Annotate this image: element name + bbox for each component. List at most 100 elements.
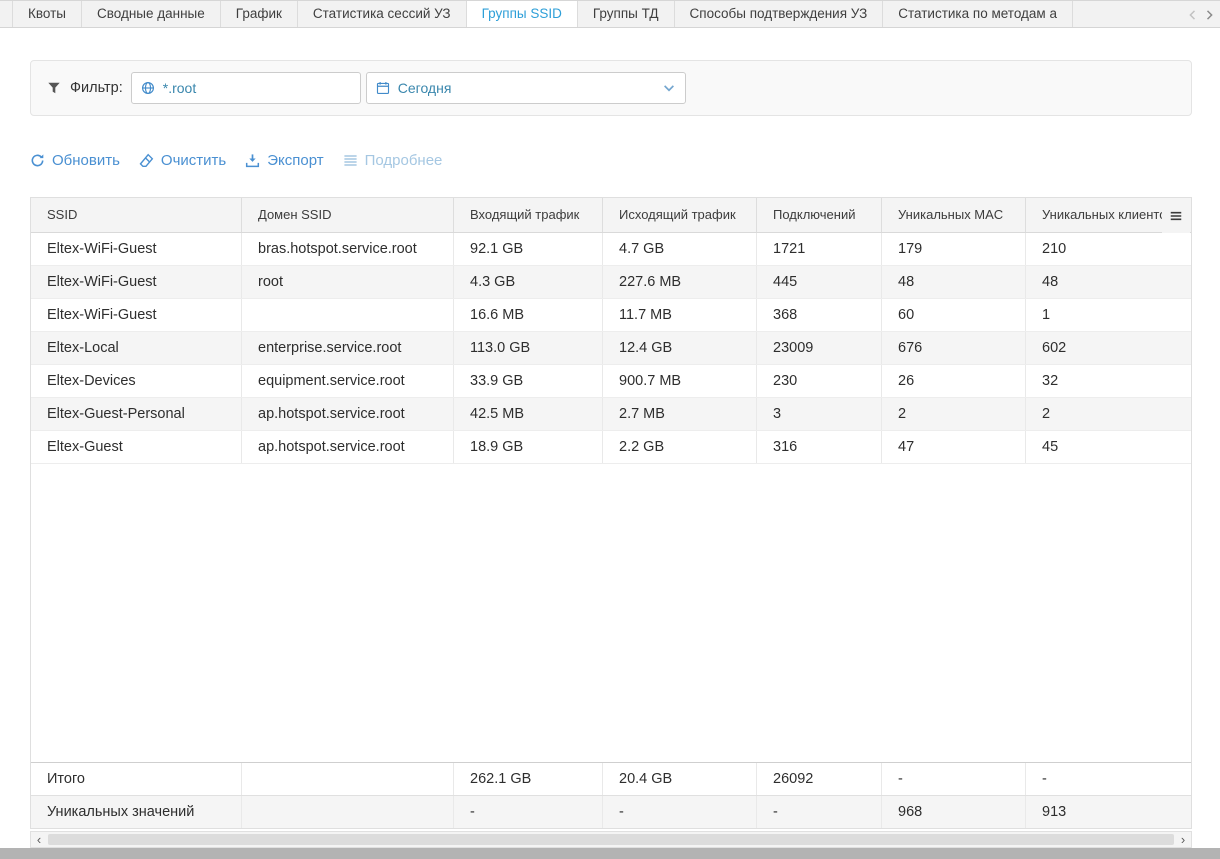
column-header[interactable]: Подключений [757,198,882,232]
ssid-filter-input[interactable]: *.root [131,72,361,104]
table-cell: Eltex-Local [31,332,242,364]
page: КвотыСводные данныеГрафикСтатистика сесс… [0,0,1220,859]
details-label: Подробнее [365,152,443,169]
table-row[interactable]: Eltex-Devicesequipment.service.root33.9 … [31,365,1191,398]
column-header[interactable]: Исходящий трафик [603,198,757,232]
table-cell: root [242,266,454,298]
download-icon [245,153,260,168]
column-header[interactable]: Уникальных MAC [882,198,1026,232]
table-row[interactable]: Eltex-Localenterprise.service.root113.0 … [31,332,1191,365]
table-row[interactable]: Eltex-WiFi-Guestroot4.3 GB227.6 MB445484… [31,266,1191,299]
export-label: Экспорт [267,152,323,169]
table-row[interactable]: Eltex-WiFi-Guestbras.hotspot.service.roo… [31,233,1191,266]
export-button[interactable]: Экспорт [245,152,323,169]
table-cell: 900.7 MB [603,365,757,397]
scroll-left-icon[interactable]: ‹ [31,832,47,847]
eraser-icon [139,153,154,168]
table-cell: 676 [882,332,1026,364]
horizontal-scrollbar[interactable]: ‹ › [30,831,1192,848]
column-header[interactable]: SSID [31,198,242,232]
table-cell: 913 [1026,796,1191,828]
filter-panel: Фильтр: *.root Сегодня [30,60,1192,116]
table-row[interactable]: Eltex-WiFi-Guest16.6 MB11.7 MB368601 [31,299,1191,332]
table-cell: 2.2 GB [603,431,757,463]
table-cell: ap.hotspot.service.root [242,398,454,430]
table-cell: 32 [1026,365,1191,397]
table-cell: 4.3 GB [454,266,603,298]
table-cell: Итого [31,763,242,795]
table-cell: 12.4 GB [603,332,757,364]
table-cell: 2 [882,398,1026,430]
table-cell: Eltex-Guest [31,431,242,463]
table-cell: 262.1 GB [454,763,603,795]
tab-1[interactable]: Сводные данные [82,1,221,28]
tab-2[interactable]: График [221,1,298,28]
filter-label: Фильтр: [70,80,123,96]
table-cell: 48 [882,266,1026,298]
table-empty-area [31,464,1191,762]
column-header[interactable]: Входящий трафик [454,198,603,232]
columns-menu-button[interactable] [1162,199,1190,233]
tab-bar: КвотыСводные данныеГрафикСтатистика сесс… [0,0,1220,28]
scrollbar-thumb[interactable] [48,834,1174,845]
bottom-strip [0,848,1220,859]
tab-scroll-right-icon[interactable] [1202,5,1216,25]
table-cell: 602 [1026,332,1191,364]
scroll-right-icon[interactable]: › [1175,832,1191,847]
table-cell: Eltex-WiFi-Guest [31,233,242,265]
chevron-down-icon [662,81,676,95]
tab-scroll-left-icon[interactable] [1186,5,1200,25]
table-footer-row: Уникальных значений---968913 [31,795,1191,828]
table-cell: 60 [882,299,1026,331]
table-cell: 3 [757,398,882,430]
table-row[interactable]: Eltex-Guestap.hotspot.service.root18.9 G… [31,431,1191,464]
table-cell: 23009 [757,332,882,364]
table-cell: Eltex-WiFi-Guest [31,299,242,331]
table-cell: 16.6 MB [454,299,603,331]
table-cell [242,796,454,828]
table-cell: 42.5 MB [454,398,603,430]
table-cell: 227.6 MB [603,266,757,298]
table-cell: Уникальных значений [31,796,242,828]
table-cell: 45 [1026,431,1191,463]
period-select[interactable]: Сегодня [366,72,686,104]
table-footer-row: Итого262.1 GB20.4 GB26092-- [31,762,1191,795]
column-header[interactable]: Домен SSID [242,198,454,232]
content: Фильтр: *.root Сегодня [0,28,1220,848]
table-cell: Eltex-Devices [31,365,242,397]
ssid-filter-value: *.root [163,80,196,96]
table-cell: 968 [882,796,1026,828]
table-cell: 26 [882,365,1026,397]
table-cell: - [603,796,757,828]
table-cell: 4.7 GB [603,233,757,265]
table-cell: ap.hotspot.service.root [242,431,454,463]
table-row[interactable]: Eltex-Guest-Personalap.hotspot.service.r… [31,398,1191,431]
table-cell: bras.hotspot.service.root [242,233,454,265]
ssid-groups-table: SSIDДомен SSIDВходящий трафикИсходящий т… [30,197,1192,829]
refresh-icon [30,153,45,168]
table-cell: 18.9 GB [454,431,603,463]
table-cell: 113.0 GB [454,332,603,364]
table-cell: 2 [1026,398,1191,430]
table-cell: 33.9 GB [454,365,603,397]
details-button[interactable]: Подробнее [343,152,443,169]
list-icon [343,153,358,168]
tab-scroll-buttons [1172,1,1220,28]
tab-6[interactable]: Способы подтверждения УЗ [675,1,884,28]
clear-button[interactable]: Очистить [139,152,226,169]
table-cell: 11.7 MB [603,299,757,331]
table-cell: 368 [757,299,882,331]
tab-4[interactable]: Группы SSID [466,1,578,28]
refresh-button[interactable]: Обновить [30,152,120,169]
table-cell: 179 [882,233,1026,265]
tab-5[interactable]: Группы ТД [578,1,675,28]
tab-3[interactable]: Статистика сессий УЗ [298,1,467,28]
tab-0[interactable]: Квоты [12,1,82,28]
table-cell [242,763,454,795]
calendar-icon [376,81,390,95]
table-cell: 20.4 GB [603,763,757,795]
table-cell: 1721 [757,233,882,265]
tab-7[interactable]: Статистика по методам а [883,1,1073,28]
table-cell: 92.1 GB [454,233,603,265]
table-cell: Eltex-Guest-Personal [31,398,242,430]
